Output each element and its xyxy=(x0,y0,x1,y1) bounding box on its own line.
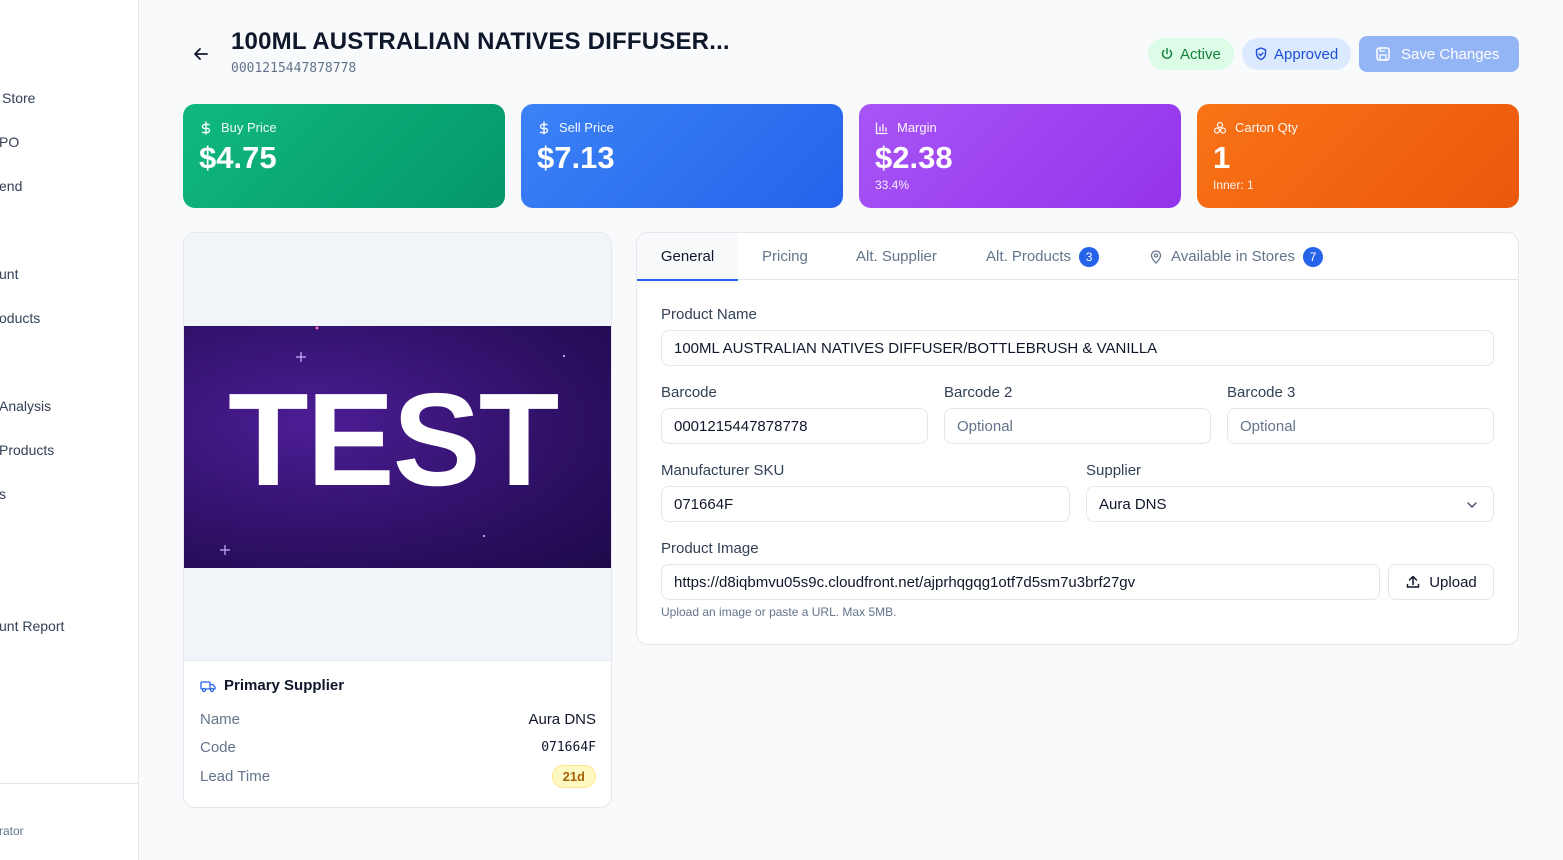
primary-supplier-title: Primary Supplier xyxy=(224,677,345,694)
tab-pricing-label: Pricing xyxy=(762,248,808,265)
save-changes-label: Save Changes xyxy=(1401,45,1500,63)
supplier-name-value: Aura DNS xyxy=(528,711,596,728)
status-active-label: Active xyxy=(1180,45,1221,63)
sidebar-item-s[interactable]: s xyxy=(0,486,6,502)
truck-icon xyxy=(200,680,216,692)
carton-qty-card: Carton Qty 1 Inner: 1 xyxy=(1197,104,1519,208)
supplier-label: Supplier xyxy=(1086,462,1142,479)
tab-alt-products[interactable]: Alt. Products 3 xyxy=(986,233,1100,280)
sidebar-item-analysis[interactable]: Analysis xyxy=(0,398,51,414)
tab-general[interactable]: General xyxy=(637,233,738,281)
barcode-2-input[interactable]: Optional xyxy=(944,408,1211,444)
margin-label: Margin xyxy=(897,120,937,135)
lead-time-badge: 21d xyxy=(551,765,596,788)
tab-alt-supplier[interactable]: Alt. Supplier xyxy=(856,233,937,280)
upload-help-text: Upload an image or paste a URL. Max 5MB. xyxy=(661,605,897,619)
sidebar-divider xyxy=(0,783,138,784)
sidebar-item-products-2[interactable]: Products xyxy=(0,442,54,458)
sidebar-item-count-report[interactable]: unt Report xyxy=(0,618,64,634)
barcode-2-label: Barcode 2 xyxy=(944,384,1013,401)
upload-label: Upload xyxy=(1429,573,1477,591)
primary-supplier-section: Primary Supplier Name Aura DNS Code 0716… xyxy=(200,677,596,788)
product-name-input[interactable]: 100ML AUSTRALIAN NATIVES DIFFUSER/BOTTLE… xyxy=(661,330,1494,366)
arrow-left-icon xyxy=(194,48,208,60)
sidebar: Store PO end unt oducts Analysis Product… xyxy=(0,0,139,860)
product-image[interactable]: TEST xyxy=(184,326,611,568)
sidebar-item-spend[interactable]: end xyxy=(0,178,22,194)
buy-price-label: Buy Price xyxy=(221,120,277,135)
sidebar-item-products[interactable]: oducts xyxy=(0,310,40,326)
sidebar-item-po[interactable]: PO xyxy=(0,134,19,150)
carton-qty-value: 1 xyxy=(1213,140,1231,175)
dollar-icon xyxy=(539,120,549,135)
shield-check-icon xyxy=(1255,47,1267,61)
image-area: TEST xyxy=(184,233,611,661)
sell-price-label: Sell Price xyxy=(559,120,614,135)
image-text: TEST xyxy=(228,366,559,513)
lead-time-row: Lead Time 21d xyxy=(200,765,596,788)
save-changes-button[interactable]: Save Changes xyxy=(1359,36,1519,72)
boxes-icon xyxy=(1213,121,1227,134)
barcode-input[interactable]: 0001215447878778 xyxy=(661,408,928,444)
supplier-code-value: 071664F xyxy=(541,740,596,755)
carton-qty-label: Carton Qty xyxy=(1235,120,1298,135)
sell-price-value: $7.13 xyxy=(537,140,615,175)
product-form-card: General Pricing Alt. Supplier Alt. Produ… xyxy=(636,232,1519,645)
stores-count-badge: 7 xyxy=(1302,246,1323,267)
supplier-code-label: Code xyxy=(200,739,236,756)
barcode-3-label: Barcode 3 xyxy=(1227,384,1296,401)
upload-button[interactable]: Upload xyxy=(1388,564,1494,600)
barcode-label: Barcode xyxy=(661,384,717,401)
buy-price-card: Buy Price $4.75 xyxy=(183,104,505,208)
tab-active-indicator xyxy=(637,279,738,281)
save-icon xyxy=(1376,47,1390,61)
supplier-name-row: Name Aura DNS xyxy=(200,711,596,728)
product-image-label: Product Image xyxy=(661,540,759,557)
margin-percent: 33.4% xyxy=(875,178,910,192)
manufacturer-sku-label: Manufacturer SKU xyxy=(661,462,785,479)
tab-general-label: General xyxy=(660,248,715,265)
supplier-name-label: Name xyxy=(200,711,241,728)
power-icon xyxy=(1161,47,1173,59)
alt-products-count-badge: 3 xyxy=(1079,246,1100,267)
supplier-select-value: Aura DNS xyxy=(1099,495,1167,513)
status-approved-label: Approved xyxy=(1274,45,1339,63)
barcode-3-input[interactable]: Optional xyxy=(1227,408,1494,444)
tab-pricing[interactable]: Pricing xyxy=(762,233,808,280)
sidebar-item-store[interactable]: Store xyxy=(2,90,35,106)
upload-icon xyxy=(1406,575,1420,588)
page-barcode: 0001215447878778 xyxy=(231,61,357,76)
margin-card: Margin $2.38 33.4% xyxy=(859,104,1181,208)
buy-price-value: $4.75 xyxy=(199,140,277,175)
tab-available-in-stores-label: Available in Stores xyxy=(1171,248,1295,265)
map-pin-icon xyxy=(1150,249,1162,264)
manufacturer-sku-input[interactable]: 071664F xyxy=(661,486,1070,522)
dollar-icon xyxy=(201,120,211,135)
bar-chart-icon xyxy=(875,122,888,134)
tab-available-in-stores[interactable]: Available in Stores 7 xyxy=(1149,233,1323,280)
product-image-card: TEST Primary Supplier Name Aura DNS Code… xyxy=(183,232,612,808)
tab-alt-products-label: Alt. Products xyxy=(986,248,1072,265)
chevron-down-icon xyxy=(1467,502,1477,508)
status-active-badge[interactable]: Active xyxy=(1148,38,1234,70)
status-approved-badge[interactable]: Approved xyxy=(1242,38,1351,70)
supplier-code-row: Code 071664F xyxy=(200,739,596,756)
back-button[interactable] xyxy=(187,40,215,68)
supplier-select[interactable]: Aura DNS xyxy=(1086,486,1494,522)
tab-bar: General Pricing Alt. Supplier Alt. Produ… xyxy=(637,233,1518,281)
user-role: rator xyxy=(0,824,24,838)
margin-value: $2.38 xyxy=(875,140,953,175)
inner-qty: Inner: 1 xyxy=(1213,178,1254,192)
product-name-label: Product Name xyxy=(661,306,757,323)
tab-alt-supplier-label: Alt. Supplier xyxy=(856,248,937,265)
page-title: 100ML AUSTRALIAN NATIVES DIFFUSER... xyxy=(231,28,730,55)
lead-time-label: Lead Time xyxy=(200,768,271,785)
sidebar-item-count[interactable]: unt xyxy=(0,266,18,282)
product-image-url-input[interactable]: https://d8iqbmvu05s9c.cloudfront.net/ajp… xyxy=(661,564,1380,600)
sell-price-card: Sell Price $7.13 xyxy=(521,104,843,208)
